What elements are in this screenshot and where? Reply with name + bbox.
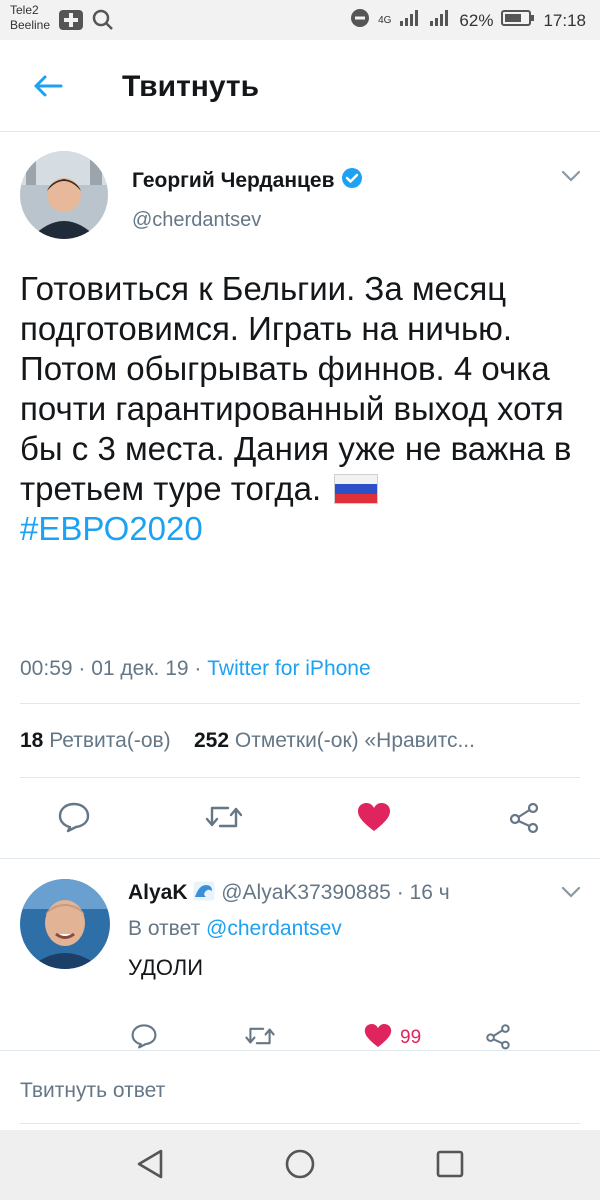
chevron-down-icon[interactable] xyxy=(560,169,582,188)
chevron-down-icon[interactable] xyxy=(560,885,582,904)
status-bar: Tele2 Beeline 4G 62% 17:18 xyxy=(0,0,600,40)
battery-percent: 62% xyxy=(459,10,494,30)
tweet-text: Готовиться к Бельгии. За месяц подготови… xyxy=(20,269,580,549)
tweet-source-link[interactable]: Twitter for iPhone xyxy=(207,657,370,680)
reply-tweet[interactable]: AlyaK @AlyaK37390885 · 16 ч В ответ @che… xyxy=(0,858,600,1049)
tweet-meta: 00:59 · 01 дек. 19 · Twitter for iPhone xyxy=(20,657,371,680)
retweet-icon xyxy=(204,803,244,836)
tweet-date: 01 дек. 19 xyxy=(91,657,189,680)
reply-author-name[interactable]: AlyaK xyxy=(128,881,188,904)
retweets-count: 18 xyxy=(20,729,44,752)
tweet-body: Готовиться к Бельгии. За месяц подготови… xyxy=(20,270,572,507)
triangle-back-icon xyxy=(135,1148,165,1185)
tweet-stats: 18 Ретвита(-ов) 252 Отметки(-ок) «Нравит… xyxy=(20,729,475,753)
reply-mention-link[interactable]: @cherdantsev xyxy=(206,917,342,940)
author-name-text: Георгий Черданцев xyxy=(132,169,335,192)
nav-recents-button[interactable] xyxy=(432,1148,468,1184)
nav-home-button[interactable] xyxy=(282,1148,318,1184)
reply-context: В ответ @cherdantsev xyxy=(128,917,342,941)
retweet-button[interactable] xyxy=(204,799,244,839)
tweet-time: 00:59 xyxy=(20,657,73,680)
divider xyxy=(20,703,580,704)
heart-icon xyxy=(364,1023,392,1053)
reply-prefix: В ответ xyxy=(128,917,201,940)
divider xyxy=(20,777,580,778)
status-right: 4G 62% 17:18 xyxy=(350,8,586,33)
avatar[interactable] xyxy=(20,879,110,969)
divider xyxy=(20,1123,580,1124)
likes-stat[interactable]: 252 Отметки(-ок) «Нравитс... xyxy=(194,729,475,752)
signal-2-icon xyxy=(429,9,451,32)
app-grid-icon xyxy=(58,9,84,36)
share-button[interactable] xyxy=(504,799,544,839)
comment-icon xyxy=(57,801,91,838)
reply-age: 16 ч xyxy=(409,881,450,904)
reply-compose-bar: Твитнуть ответ xyxy=(0,1050,600,1130)
likes-label: Отметки(-ок) «Нравитс... xyxy=(234,729,475,752)
comment-icon xyxy=(130,1023,158,1054)
tweet-actions xyxy=(0,783,600,855)
likes-count: 252 xyxy=(194,729,230,752)
verified-badge-icon xyxy=(341,167,363,195)
reply-input[interactable]: Твитнуть ответ xyxy=(20,1079,165,1103)
author-name[interactable]: Георгий Черданцев xyxy=(132,167,363,195)
avatar[interactable] xyxy=(20,151,108,239)
clock: 17:18 xyxy=(543,10,586,30)
search-icon xyxy=(92,9,114,36)
back-button[interactable] xyxy=(28,70,68,106)
carrier-2: Beeline xyxy=(10,18,51,32)
network-type: 4G xyxy=(378,14,392,26)
share-icon xyxy=(507,800,541,839)
carrier-names: Tele2 Beeline xyxy=(10,3,50,33)
app-header: Твитнуть xyxy=(0,40,600,132)
author-handle[interactable]: @cherdantsev xyxy=(132,209,261,232)
retweets-stat[interactable]: 18 Ретвита(-ов) xyxy=(20,729,171,752)
system-nav-bar xyxy=(0,1130,600,1200)
retweet-icon xyxy=(244,1024,276,1053)
russia-flag-icon xyxy=(334,473,379,504)
carrier-1: Tele2 xyxy=(10,3,39,17)
reply-handle[interactable]: @AlyaK37390885 xyxy=(221,881,391,904)
heart-icon xyxy=(357,802,391,837)
reply-button[interactable] xyxy=(54,799,94,839)
retweets-label: Ретвита(-ов) xyxy=(49,729,171,752)
page-title: Твитнуть xyxy=(122,70,260,103)
battery-icon xyxy=(501,9,535,32)
arrow-left-icon xyxy=(33,74,63,103)
reply-text: УДОЛИ xyxy=(128,955,204,980)
wave-icon xyxy=(193,881,221,904)
reply-like-count: 99 xyxy=(400,1027,422,1048)
nav-back-button[interactable] xyxy=(132,1148,168,1184)
like-button[interactable] xyxy=(354,799,394,839)
square-recents-icon xyxy=(435,1149,465,1184)
signal-icon xyxy=(399,9,421,32)
dnd-icon xyxy=(350,8,370,33)
hashtag-link[interactable]: #ЕВРО2020 xyxy=(20,510,203,547)
circle-home-icon xyxy=(284,1148,316,1185)
reply-header: AlyaK @AlyaK37390885 · 16 ч xyxy=(128,881,450,904)
